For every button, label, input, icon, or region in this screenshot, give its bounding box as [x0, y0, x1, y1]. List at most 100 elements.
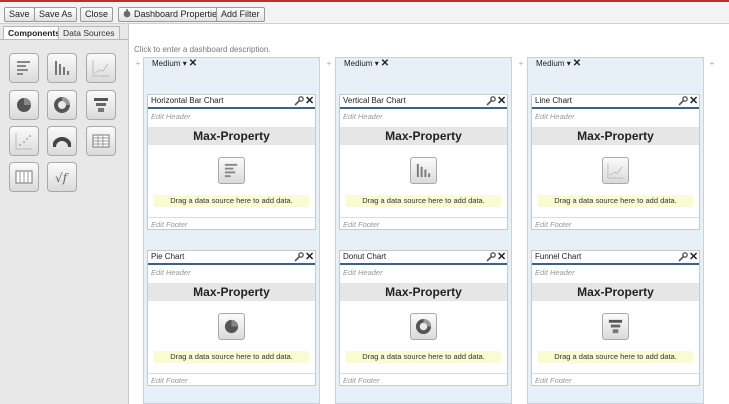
close-icon[interactable]: ✕	[305, 94, 314, 107]
chart-panel[interactable]: Horizontal Bar Chart ✕ Edit Header Max-P…	[147, 94, 316, 230]
chevron-down-icon[interactable]: ▾	[183, 59, 187, 68]
dashboard-column: Medium ▾ ✕ Line Chart ✕ Edit Header Max-P…	[527, 57, 704, 404]
components-sidebar: Components Data Sources √f	[0, 24, 129, 404]
toolbar: Save Save As Close Dashboard Properties …	[0, 0, 729, 24]
scatter-chart-component[interactable]	[9, 126, 39, 156]
wrench-icon[interactable]	[486, 252, 496, 262]
donut-chart-icon	[54, 97, 70, 113]
close-icon[interactable]: ✕	[689, 94, 698, 107]
edit-header[interactable]: Edit Header	[343, 268, 383, 277]
edit-footer[interactable]: Edit Footer	[148, 217, 315, 229]
close-button[interactable]: Close	[80, 7, 114, 22]
gauge-component[interactable]	[47, 126, 77, 156]
column-size-select[interactable]: Medium	[344, 59, 372, 68]
line-chart-icon	[602, 157, 629, 184]
panel-title: Pie Chart	[151, 252, 185, 261]
pie-chart-component[interactable]	[9, 90, 39, 120]
dashboard-column: Medium ▾ ✕ Vertical Bar Chart ✕ Edit Head…	[335, 57, 512, 404]
metric-table-component[interactable]	[9, 162, 39, 192]
close-icon[interactable]: ✕	[689, 250, 698, 263]
close-column-icon[interactable]: ✕	[573, 58, 581, 69]
drag-data-source-zone[interactable]: Drag a data source here to add data.	[538, 195, 693, 207]
horizontal-bar-chart-icon	[17, 61, 30, 75]
add-filter-button[interactable]: Add Filter	[216, 7, 265, 22]
edit-header[interactable]: Edit Header	[535, 268, 575, 277]
tab-divider	[0, 39, 128, 40]
vertical-bar-chart-component[interactable]	[47, 53, 77, 83]
funnel-chart-icon	[94, 98, 108, 112]
panel-title-bar: Donut Chart ✕	[340, 251, 507, 265]
vertical-bar-chart-icon	[55, 61, 69, 75]
donut-chart-icon	[410, 313, 437, 340]
dashboard-properties-label: Dashboard Properties	[134, 9, 222, 19]
drag-data-source-zone[interactable]: Drag a data source here to add data.	[538, 351, 693, 363]
chart-panel[interactable]: Vertical Bar Chart ✕ Edit Header Max-Pro…	[339, 94, 508, 230]
visualforce-component[interactable]: √f	[47, 162, 77, 192]
column-header: Medium ▾ ✕	[144, 58, 319, 70]
wrench-icon[interactable]	[486, 96, 496, 106]
panel-title: Vertical Bar Chart	[343, 96, 406, 105]
wrench-icon[interactable]	[294, 252, 304, 262]
formula-icon: √f	[55, 171, 70, 185]
chevron-down-icon[interactable]: ▾	[375, 59, 379, 68]
panel-title: Funnel Chart	[535, 252, 582, 261]
column-insert-handle[interactable]: +	[517, 58, 525, 70]
drag-data-source-zone[interactable]: Drag a data source here to add data.	[154, 351, 309, 363]
panel-header: Max-Property	[148, 127, 315, 145]
dashboard-description-prompt[interactable]: Click to enter a dashboard description.	[134, 45, 271, 54]
scatter-chart-icon	[15, 133, 32, 150]
wrench-icon[interactable]	[678, 96, 688, 106]
tab-components[interactable]: Components	[3, 26, 65, 40]
edit-header[interactable]: Edit Header	[151, 268, 191, 277]
column-insert-handle[interactable]: +	[708, 58, 716, 70]
panel-title-bar: Vertical Bar Chart ✕	[340, 95, 507, 109]
edit-footer[interactable]: Edit Footer	[148, 373, 315, 385]
panel-header: Max-Property	[340, 283, 507, 301]
wrench-icon[interactable]	[678, 252, 688, 262]
panel-header: Max-Property	[532, 283, 699, 301]
properties-icon	[123, 9, 131, 18]
panel-title-bar: Pie Chart ✕	[148, 251, 315, 265]
table-component[interactable]	[86, 126, 116, 156]
save-button[interactable]: Save	[4, 7, 35, 22]
drag-data-source-zone[interactable]: Drag a data source here to add data.	[346, 195, 501, 207]
edit-footer[interactable]: Edit Footer	[340, 217, 507, 229]
close-column-icon[interactable]: ✕	[381, 58, 389, 69]
chart-panel[interactable]: Line Chart ✕ Edit Header Max-Property Dr…	[531, 94, 700, 230]
column-size-select[interactable]: Medium	[152, 59, 180, 68]
drag-data-source-zone[interactable]: Drag a data source here to add data.	[154, 195, 309, 207]
edit-footer[interactable]: Edit Footer	[532, 373, 699, 385]
horizontal-bar-chart-icon	[218, 157, 245, 184]
panel-header: Max-Property	[148, 283, 315, 301]
close-icon[interactable]: ✕	[497, 250, 506, 263]
drag-data-source-zone[interactable]: Drag a data source here to add data.	[346, 351, 501, 363]
edit-header[interactable]: Edit Header	[343, 112, 383, 121]
dashboard-properties-button[interactable]: Dashboard Properties	[118, 7, 227, 22]
line-chart-component[interactable]	[86, 53, 116, 83]
wrench-icon[interactable]	[294, 96, 304, 106]
panel-title-bar: Funnel Chart ✕	[532, 251, 699, 265]
chevron-down-icon[interactable]: ▾	[567, 59, 571, 68]
chart-panel[interactable]: Funnel Chart ✕ Edit Header Max-Property …	[531, 250, 700, 386]
edit-footer[interactable]: Edit Footer	[532, 217, 699, 229]
panel-title: Horizontal Bar Chart	[151, 96, 224, 105]
chart-panel[interactable]: Pie Chart ✕ Edit Header Max-Property Dra…	[147, 250, 316, 386]
chart-panel[interactable]: Donut Chart ✕ Edit Header Max-Property D…	[339, 250, 508, 386]
edit-footer[interactable]: Edit Footer	[340, 373, 507, 385]
close-icon[interactable]: ✕	[497, 94, 506, 107]
gauge-icon	[53, 137, 71, 148]
edit-header[interactable]: Edit Header	[535, 112, 575, 121]
panel-title: Line Chart	[535, 96, 572, 105]
horizontal-bar-chart-component[interactable]	[9, 53, 39, 83]
edit-header[interactable]: Edit Header	[151, 112, 191, 121]
save-as-button[interactable]: Save As	[34, 7, 78, 22]
funnel-chart-component[interactable]	[86, 90, 116, 120]
column-size-select[interactable]: Medium	[536, 59, 564, 68]
close-icon[interactable]: ✕	[305, 250, 314, 263]
column-insert-handle[interactable]: +	[134, 58, 142, 70]
donut-chart-component[interactable]	[47, 90, 77, 120]
column-insert-handle[interactable]: +	[325, 58, 333, 70]
line-chart-icon	[92, 60, 109, 77]
close-column-icon[interactable]: ✕	[189, 58, 197, 69]
tab-data-sources[interactable]: Data Sources	[58, 26, 120, 40]
